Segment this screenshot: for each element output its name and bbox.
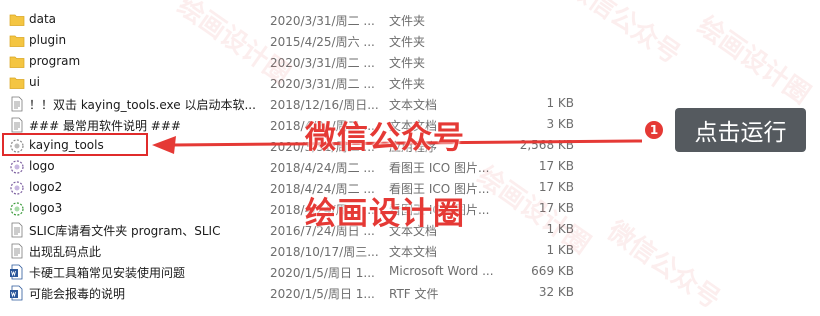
- text-file-icon: [9, 117, 25, 133]
- file-row[interactable]: 出现乱码点此 2018/10/17/周三... 文本文档 1 KB: [0, 240, 600, 261]
- file-name: ui: [29, 75, 40, 89]
- file-row[interactable]: ui 2020/3/31/周二 ... 文件夹: [0, 72, 600, 93]
- file-type: 看图王 ICO 图片...: [389, 161, 490, 175]
- file-row[interactable]: SLIC库请看文件夹 program、SLIC 2016/7/24/周日 ... 文…: [0, 219, 600, 240]
- file-row[interactable]: plugin 2015/4/25/周六 ... 文件夹: [0, 30, 600, 51]
- file-row[interactable]: logo2 2018/4/24/周二 ... 看图王 ICO 图片... 17 KB: [0, 177, 600, 198]
- file-type: 文件夹: [389, 56, 426, 70]
- file-name: program: [29, 54, 81, 68]
- watermark: 绘画设计圈: [691, 10, 816, 111]
- file-date: 2018/12/16/周日...: [270, 98, 379, 112]
- file-row[interactable]: logo 2018/4/24/周二 ... 看图王 ICO 图片... 17 KB: [0, 156, 600, 177]
- file-size: 3 KB: [546, 117, 574, 131]
- file-type: Microsoft Word ...: [389, 264, 494, 278]
- text-file-icon: [9, 243, 25, 259]
- text-file-icon: [9, 222, 25, 238]
- file-size: 1 KB: [546, 96, 574, 110]
- watermark: 微信公众号: [601, 215, 726, 316]
- file-name: 出现乱码点此: [29, 245, 102, 259]
- file-type: 文本文档: [389, 98, 438, 112]
- overlay-title-1: 微信公众号: [305, 120, 465, 156]
- file-name: logo: [29, 159, 55, 173]
- folder-icon: [9, 33, 25, 49]
- file-size: 669 KB: [531, 264, 574, 278]
- file-type: 文件夹: [389, 77, 426, 91]
- file-size: 17 KB: [538, 180, 574, 194]
- file-date: 2015/4/25/周六 ...: [270, 35, 375, 49]
- file-size: 1 KB: [546, 243, 574, 257]
- ico-file-icon: [9, 159, 25, 175]
- file-row[interactable]: ！！双击 kaying_tools.exe 以启动本软... 2018/12/16…: [0, 93, 600, 114]
- file-type: 文件夹: [389, 14, 426, 28]
- file-row[interactable]: 可能会报毒的说明 2020/1/5/周日 1... RTF 文件 32 KB: [0, 282, 600, 303]
- highlight-box: [2, 133, 148, 156]
- folder-icon: [9, 12, 25, 28]
- callout-label: 点击运行: [675, 108, 806, 152]
- file-name: 卡硬工具箱常见安装使用问题: [29, 266, 186, 280]
- file-type: 文件夹: [389, 35, 426, 49]
- file-date: 2020/1/5/周日 1...: [270, 266, 375, 280]
- file-row[interactable]: logo3 2018/4/24/周二 ... 看图王 ICO 图片... 17 KB: [0, 198, 600, 219]
- file-date: 2020/3/31/周二 ...: [270, 14, 375, 28]
- file-date: 2018/4/24/周二 ...: [270, 161, 375, 175]
- folder-icon: [9, 54, 25, 70]
- file-size: 17 KB: [538, 159, 574, 173]
- folder-icon: [9, 75, 25, 91]
- rtf-file-icon: [9, 285, 25, 301]
- file-date: 2020/3/31/周二 ...: [270, 56, 375, 70]
- file-type: RTF 文件: [389, 287, 439, 301]
- word-file-icon: [9, 264, 25, 280]
- file-size: 32 KB: [538, 285, 574, 299]
- file-row[interactable]: data 2020/3/31/周二 ... 文件夹: [0, 9, 600, 30]
- file-name: plugin: [29, 33, 67, 47]
- file-size: 17 KB: [538, 201, 574, 215]
- file-row[interactable]: program 2020/3/31/周二 ... 文件夹: [0, 51, 600, 72]
- file-type: 文本文档: [389, 245, 438, 259]
- overlay-title-2: 绘画设计圈: [305, 196, 465, 232]
- file-name: logo2: [29, 180, 63, 194]
- ico-file-green-icon: [9, 201, 25, 217]
- file-date: 2018/10/17/周三...: [270, 245, 379, 259]
- file-name: 可能会报毒的说明: [29, 287, 126, 301]
- file-date: 2020/3/31/周二 ...: [270, 77, 375, 91]
- file-date: 2020/1/5/周日 1...: [270, 287, 375, 301]
- file-name: SLIC库请看文件夹 program、SLIC: [29, 224, 221, 238]
- step-badge: 1: [645, 121, 663, 139]
- file-name: logo3: [29, 201, 63, 215]
- text-file-icon: [9, 96, 25, 112]
- file-name: data: [29, 12, 57, 26]
- file-row[interactable]: 卡硬工具箱常见安装使用问题 2020/1/5/周日 1... Microsoft W…: [0, 261, 600, 282]
- file-size: 1 KB: [546, 222, 574, 236]
- ico-file-icon: [9, 180, 25, 196]
- file-name: ！！双击 kaying_tools.exe 以启动本软...: [29, 98, 256, 112]
